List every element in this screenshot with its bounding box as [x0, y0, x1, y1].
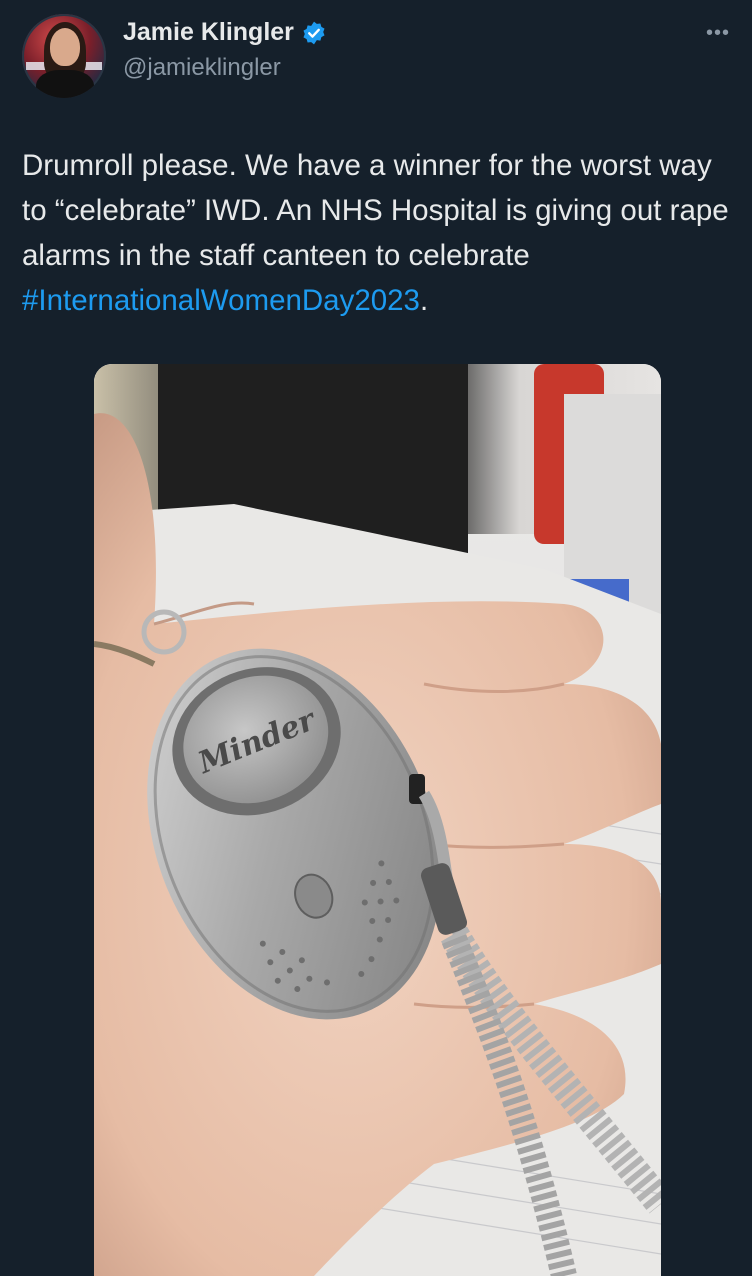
tweet-body-end: .: [419, 284, 429, 317]
avatar-face: [50, 28, 80, 66]
tweet-photo[interactable]: Minder: [94, 364, 661, 1276]
avatar[interactable]: [22, 14, 106, 98]
author-display-name[interactable]: Jamie Klingler: [123, 18, 294, 47]
more-options-icon[interactable]: •••: [706, 22, 730, 45]
tweet-text: Drumroll please. We have a winner for th…: [22, 143, 737, 323]
avatar-body: [36, 70, 94, 98]
hashtag-link[interactable]: #InternationalWomenDay2023: [22, 284, 420, 317]
tweet-header: Jamie Klingler @jamieklingler •••: [22, 8, 732, 98]
verified-badge-icon: [303, 21, 325, 44]
author-handle[interactable]: @jamieklingler: [123, 54, 281, 82]
photo-illustration: Minder: [94, 364, 661, 1276]
author-name-row[interactable]: Jamie Klingler: [123, 18, 327, 47]
tweet-body: Drumroll please. We have a winner for th…: [22, 149, 729, 272]
